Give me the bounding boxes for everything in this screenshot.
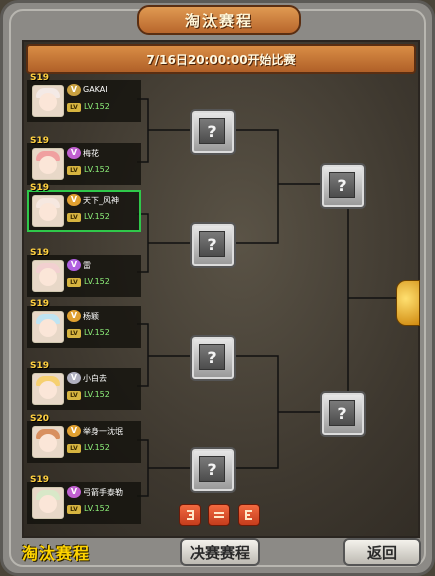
player-name: 雷 bbox=[83, 261, 91, 270]
server-tag: S19 bbox=[30, 475, 50, 485]
player-level: LV.152 bbox=[84, 328, 110, 337]
rank-badge-icon: V bbox=[67, 425, 81, 437]
link-icon bbox=[214, 512, 224, 518]
player-level: LV.152 bbox=[84, 443, 110, 452]
rank-badge-icon: V bbox=[67, 147, 81, 159]
player-slot-1[interactable]: S19 V GAKAI LV LV.152 bbox=[27, 73, 141, 122]
player-name: 天下_风神 bbox=[83, 196, 119, 205]
avatar bbox=[32, 85, 64, 117]
level-badge-icon: LV bbox=[67, 166, 81, 175]
player-slot-5[interactable]: S19 V 杨颖 LV LV.152 bbox=[27, 299, 141, 348]
avatar bbox=[32, 148, 64, 180]
player-slot-4[interactable]: S19 V 雷 LV LV.152 bbox=[27, 248, 141, 297]
question-mark-icon: ? bbox=[329, 400, 355, 426]
player-name: 梅花 bbox=[83, 149, 99, 158]
player-name: GAKAI bbox=[83, 85, 108, 94]
player-slot-2[interactable]: S19 V 梅花 LV LV.152 bbox=[27, 136, 141, 185]
arrow-left-icon bbox=[187, 510, 194, 520]
player-slot-8[interactable]: S19 V 弓箭手泰勒 LV LV.152 bbox=[27, 475, 141, 524]
level-badge-icon: LV bbox=[67, 103, 81, 112]
player-name: 小白去 bbox=[83, 374, 107, 383]
rank-badge-icon: V bbox=[67, 259, 81, 271]
avatar bbox=[32, 373, 64, 405]
arrow-right-icon bbox=[245, 510, 252, 520]
player-level: LV.152 bbox=[84, 165, 110, 174]
page-middle-button[interactable] bbox=[208, 504, 230, 526]
level-badge-icon: LV bbox=[67, 213, 81, 222]
server-tag: S19 bbox=[30, 299, 50, 309]
rank-badge-icon: V bbox=[67, 194, 81, 206]
bracket-slot-r3-1[interactable]: ? bbox=[322, 165, 364, 207]
rank-badge-icon: V bbox=[67, 310, 81, 322]
server-tag: S20 bbox=[30, 414, 50, 424]
rank-badge-icon: V bbox=[67, 486, 81, 498]
server-tag: S19 bbox=[30, 183, 50, 193]
back-button[interactable]: 返回 bbox=[343, 538, 421, 566]
question-mark-icon: ? bbox=[329, 172, 355, 198]
rank-badge-icon: V bbox=[67, 84, 81, 96]
server-tag: S19 bbox=[30, 361, 50, 371]
tab-final-schedule[interactable]: 决赛赛程 bbox=[180, 538, 260, 566]
player-level: LV.152 bbox=[84, 102, 110, 111]
level-badge-icon: LV bbox=[67, 391, 81, 400]
avatar bbox=[32, 260, 64, 292]
level-badge-icon: LV bbox=[67, 278, 81, 287]
player-level: LV.152 bbox=[84, 504, 110, 513]
avatar bbox=[32, 311, 64, 343]
bracket-slot-r2-4[interactable]: ? bbox=[192, 449, 234, 491]
player-level: LV.152 bbox=[84, 390, 110, 399]
bracket-slot-r2-1[interactable]: ? bbox=[192, 111, 234, 153]
server-tag: S19 bbox=[30, 136, 50, 146]
page-prev-button[interactable] bbox=[179, 504, 201, 526]
level-badge-icon: LV bbox=[67, 444, 81, 453]
page-next-button[interactable] bbox=[238, 504, 260, 526]
bracket-slot-r2-3[interactable]: ? bbox=[192, 337, 234, 379]
question-mark-icon: ? bbox=[199, 344, 225, 370]
avatar bbox=[32, 487, 64, 519]
bracket-slot-r2-2[interactable]: ? bbox=[192, 224, 234, 266]
player-name: 举身一沈氓 bbox=[83, 427, 123, 436]
server-tag: S19 bbox=[30, 248, 50, 258]
rank-badge-icon: V bbox=[67, 372, 81, 384]
tab-elimination-schedule[interactable]: 淘汰赛程 bbox=[22, 540, 90, 564]
player-slot-6[interactable]: S19 V 小白去 LV LV.152 bbox=[27, 361, 141, 410]
question-mark-icon: ? bbox=[199, 456, 225, 482]
player-name: 杨颖 bbox=[83, 312, 99, 321]
question-mark-icon: ? bbox=[199, 118, 225, 144]
player-name: 弓箭手泰勒 bbox=[83, 488, 123, 497]
trophy-ribbon-icon bbox=[406, 318, 416, 330]
player-slot-7[interactable]: S20 V 举身一沈氓 LV LV.152 bbox=[27, 414, 141, 463]
bracket-slot-r3-2[interactable]: ? bbox=[322, 393, 364, 435]
player-level: LV.152 bbox=[84, 212, 110, 221]
question-mark-icon: ? bbox=[199, 231, 225, 257]
server-tag: S19 bbox=[30, 73, 50, 83]
player-level: LV.152 bbox=[84, 277, 110, 286]
level-badge-icon: LV bbox=[67, 505, 81, 514]
player-slot-3[interactable]: S19 V 天下_风神 LV LV.152 bbox=[27, 183, 141, 232]
avatar bbox=[32, 195, 64, 227]
level-badge-icon: LV bbox=[67, 329, 81, 338]
avatar bbox=[32, 426, 64, 458]
